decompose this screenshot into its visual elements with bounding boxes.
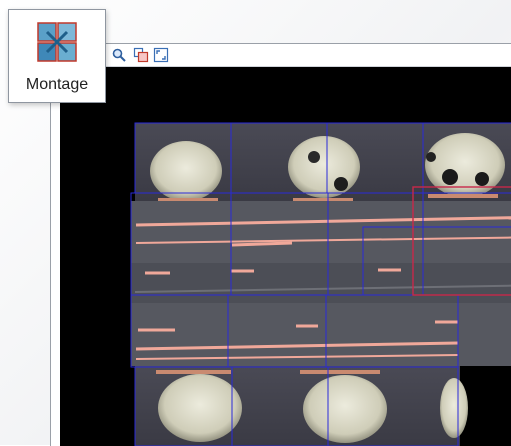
pad-2 [288, 136, 360, 198]
pad-1 [150, 141, 222, 201]
pad-6 [440, 378, 468, 438]
image-viewer-window [50, 43, 511, 446]
viewer-toolbar [51, 44, 511, 67]
zoom-icon[interactable] [111, 47, 127, 63]
montage-button[interactable]: Montage [8, 9, 106, 103]
montage-icon [37, 22, 77, 62]
montage-image [130, 122, 511, 446]
overlay-icon[interactable] [133, 47, 149, 63]
montage-label: Montage [25, 76, 89, 93]
montage-viewport[interactable] [60, 67, 511, 446]
pad-5 [303, 375, 387, 443]
fit-icon[interactable] [153, 47, 169, 63]
pad-4 [158, 374, 242, 442]
